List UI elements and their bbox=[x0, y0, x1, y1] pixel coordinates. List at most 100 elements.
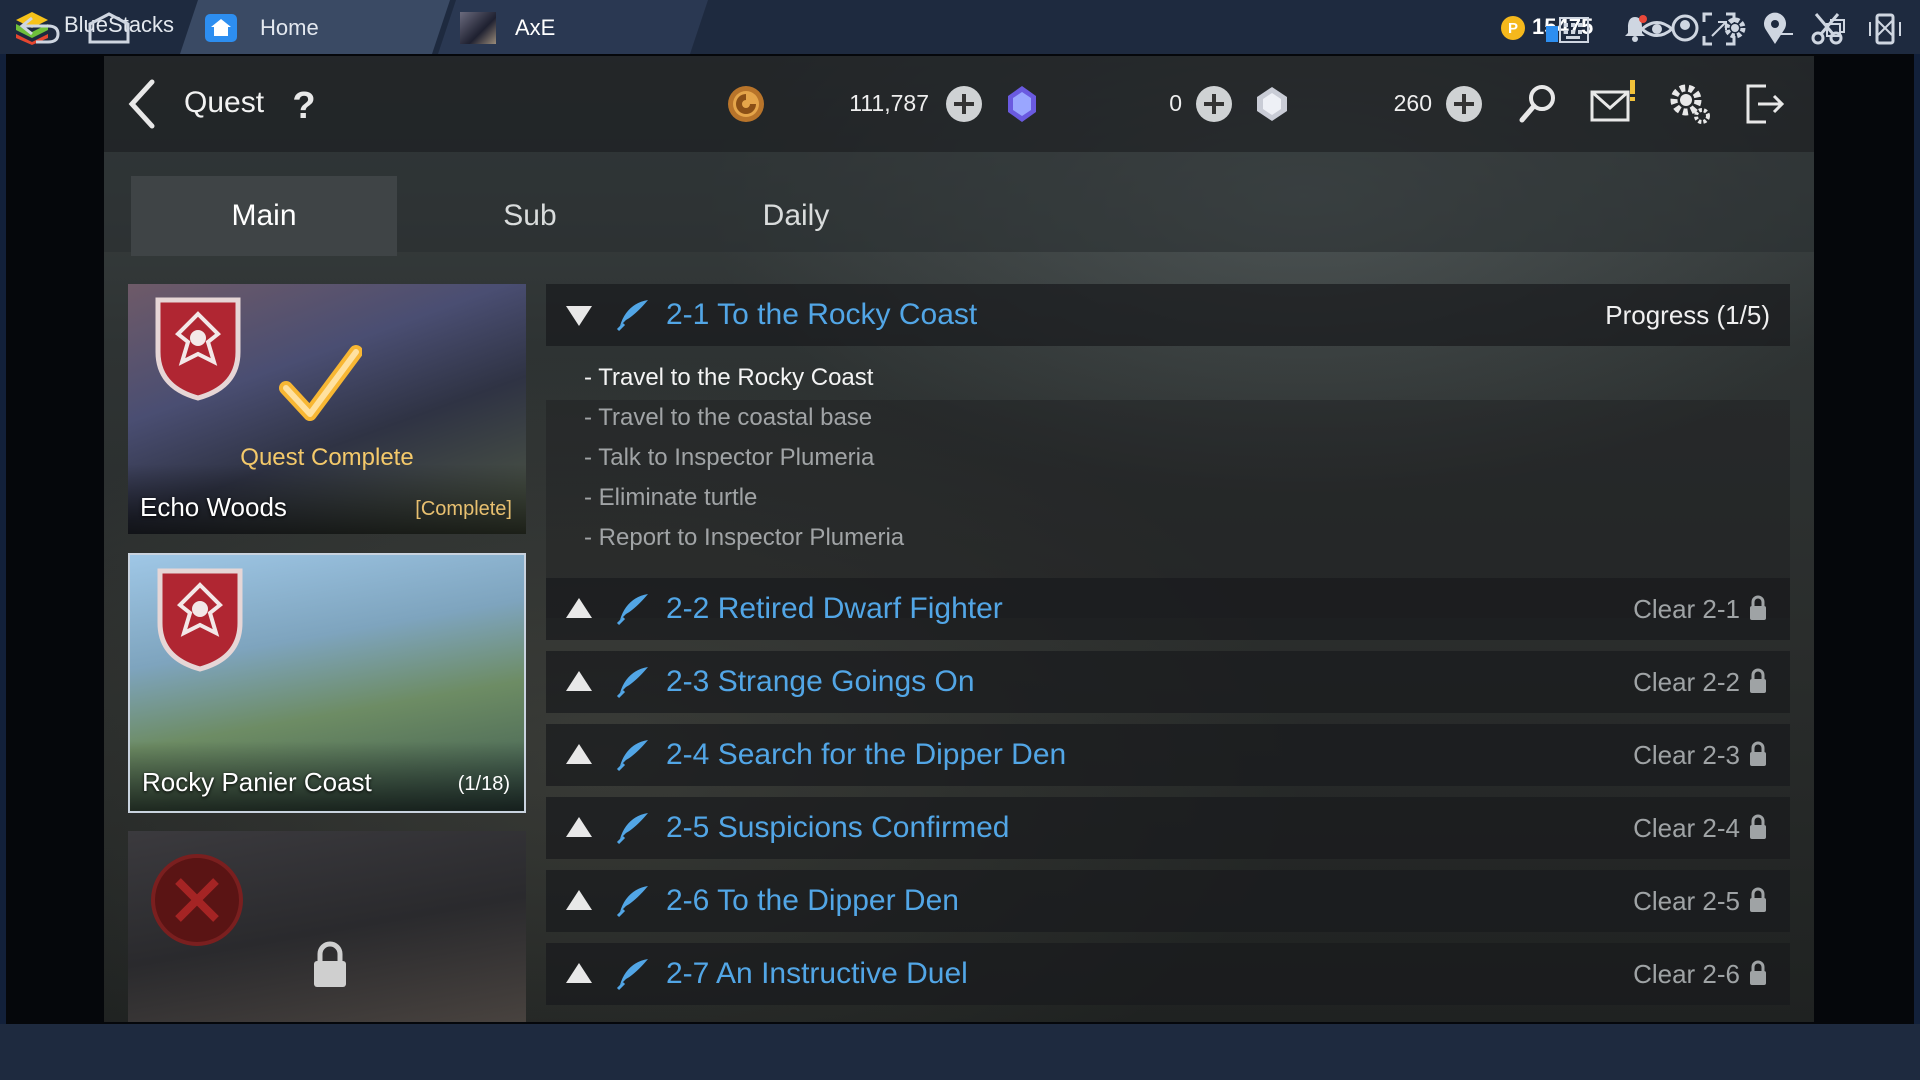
location-pin-icon[interactable] bbox=[1758, 12, 1792, 46]
quill-icon bbox=[616, 300, 648, 332]
search-icon[interactable] bbox=[1514, 80, 1562, 128]
tab-main[interactable]: Main bbox=[131, 176, 397, 256]
add-crystal-button[interactable] bbox=[1446, 86, 1482, 122]
settings-icon[interactable] bbox=[1666, 80, 1714, 128]
quest-title: 2-2 Retired Dwarf Fighter bbox=[666, 592, 1003, 625]
quest-row-2-6[interactable]: 2-6 To the Dipper Den Clear 2-5 bbox=[546, 870, 1790, 932]
region-card-rocky-panier-coast[interactable]: Rocky Panier Coast (1/18) bbox=[128, 553, 526, 813]
scissors-icon[interactable] bbox=[1810, 12, 1844, 46]
quest-step: - Travel to the coastal base bbox=[584, 404, 873, 431]
lock-icon bbox=[1750, 668, 1766, 693]
tab-sub[interactable]: Sub bbox=[397, 176, 663, 256]
quest-requirement: Clear 2-5 bbox=[1633, 886, 1768, 917]
add-gold-button[interactable] bbox=[946, 86, 982, 122]
quest-title: 2-7 An Instructive Duel bbox=[666, 957, 968, 990]
quest-step: - Talk to Inspector Plumeria bbox=[584, 444, 875, 471]
crystal-amount: 260 bbox=[1393, 90, 1432, 116]
collapse-triangle-icon[interactable] bbox=[564, 302, 594, 328]
quest-title: 2-6 To the Dipper Den bbox=[666, 884, 959, 917]
region-progress-badge: (1/18) bbox=[457, 773, 510, 795]
back-chevron-icon[interactable] bbox=[124, 76, 160, 132]
lock-icon bbox=[1750, 595, 1766, 620]
account-icon[interactable] bbox=[1670, 13, 1700, 43]
expand-triangle-icon[interactable] bbox=[564, 596, 594, 622]
quest-requirement-text: Clear 2-3 bbox=[1633, 740, 1740, 770]
region-card-locked bbox=[128, 831, 526, 1022]
gold-amount: 111,787 bbox=[849, 90, 929, 116]
gold-coin-icon bbox=[728, 86, 764, 122]
expand-triangle-icon[interactable] bbox=[564, 669, 594, 695]
expand-triangle-icon[interactable] bbox=[564, 815, 594, 841]
quest-title: 2-3 Strange Goings On bbox=[666, 665, 975, 698]
quest-requirement-text: Clear 2-5 bbox=[1633, 886, 1740, 916]
quill-icon bbox=[616, 886, 648, 918]
quill-icon bbox=[616, 667, 648, 699]
emulator-bottom-bar bbox=[0, 1024, 1920, 1080]
tab-daily[interactable]: Daily bbox=[663, 176, 929, 256]
mail-icon[interactable] bbox=[1588, 80, 1636, 128]
rotate-device-icon[interactable] bbox=[1868, 12, 1902, 46]
quest-row-2-2[interactable]: 2-2 Retired Dwarf Fighter Clear 2-1 bbox=[546, 578, 1790, 640]
fullscreen-icon[interactable] bbox=[1702, 12, 1736, 46]
tab-home-label[interactable]: Home bbox=[260, 15, 319, 41]
quest-requirement: Clear 2-6 bbox=[1633, 959, 1768, 990]
quest-progress: Progress (1/5) bbox=[1605, 300, 1770, 330]
quest-row-2-7[interactable]: 2-7 An Instructive Duel Clear 2-6 bbox=[546, 943, 1790, 1005]
locked-crest-icon bbox=[151, 854, 243, 946]
quill-icon bbox=[616, 740, 648, 772]
blue-gem-icon bbox=[1008, 86, 1036, 122]
checkmark-icon bbox=[279, 345, 362, 421]
back-arrow-icon[interactable] bbox=[18, 12, 62, 46]
add-gem-button[interactable] bbox=[1196, 86, 1232, 122]
page-title: Quest bbox=[184, 86, 265, 119]
lock-icon bbox=[314, 941, 346, 987]
lock-icon bbox=[1750, 960, 1766, 985]
quest-title: 2-1 To the Rocky Coast bbox=[666, 298, 978, 331]
quest-requirement: Clear 2-2 bbox=[1633, 667, 1768, 698]
quest-step: - Travel to the Rocky Coast bbox=[584, 364, 874, 391]
expand-triangle-icon[interactable] bbox=[564, 961, 594, 987]
quill-icon bbox=[616, 813, 648, 845]
quill-icon bbox=[616, 594, 648, 626]
quest-requirement-text: Clear 2-6 bbox=[1633, 959, 1740, 989]
eye-icon[interactable] bbox=[1640, 12, 1674, 46]
quest-requirement: Clear 2-1 bbox=[1633, 594, 1768, 625]
lock-icon bbox=[1750, 887, 1766, 912]
expand-triangle-icon[interactable] bbox=[564, 888, 594, 914]
region-card-echo-woods[interactable]: Quest Complete Echo Woods [Complete] bbox=[128, 284, 526, 534]
region-name: Rocky Panier Coast bbox=[142, 767, 372, 797]
home-outline-icon[interactable] bbox=[86, 12, 132, 46]
question-mark-icon[interactable]: ? bbox=[282, 82, 326, 126]
game-screen: Quest ? 111,787 0 260 Main Sub Daily Que… bbox=[104, 56, 1814, 1022]
svg-text:?: ? bbox=[292, 85, 315, 126]
home-icon[interactable] bbox=[205, 14, 237, 42]
region-status-badge: [Complete] bbox=[415, 498, 512, 520]
quest-requirement-text: Clear 2-2 bbox=[1633, 667, 1740, 697]
quest-requirement-text: Clear 2-4 bbox=[1633, 813, 1740, 843]
quest-title: 2-5 Suspicions Confirmed bbox=[666, 811, 1010, 844]
quest-requirement: Clear 2-3 bbox=[1633, 740, 1768, 771]
quest-row-2-5[interactable]: 2-5 Suspicions Confirmed Clear 2-4 bbox=[546, 797, 1790, 859]
lock-icon bbox=[1750, 741, 1766, 766]
tab-axe-label[interactable]: AxE bbox=[515, 15, 555, 41]
quest-title: 2-4 Search for the Dipper Den bbox=[666, 738, 1067, 771]
guild-crest-icon bbox=[157, 568, 243, 672]
region-name: Echo Woods bbox=[140, 492, 287, 522]
exit-icon[interactable] bbox=[1740, 80, 1788, 128]
expand-triangle-icon[interactable] bbox=[564, 742, 594, 768]
quest-step: - Eliminate turtle bbox=[584, 484, 758, 511]
game-thumbnail-icon[interactable] bbox=[460, 12, 496, 44]
guild-crest-icon bbox=[155, 297, 241, 401]
quest-row-2-1[interactable]: 2-1 To the Rocky Coast Progress (1/5) bbox=[546, 284, 1790, 346]
quest-step: - Report to Inspector Plumeria bbox=[584, 524, 905, 551]
quest-row-2-4[interactable]: 2-4 Search for the Dipper Den Clear 2-3 bbox=[546, 724, 1790, 786]
white-crystal-icon bbox=[1257, 87, 1287, 121]
quest-row-2-3[interactable]: 2-3 Strange Goings On Clear 2-2 bbox=[546, 651, 1790, 713]
keyboard-icon[interactable] bbox=[1544, 12, 1590, 46]
quill-icon bbox=[616, 959, 648, 991]
gem-amount: 0 bbox=[1169, 90, 1182, 116]
coin-icon: P bbox=[1501, 16, 1525, 40]
frame-edge-left bbox=[0, 54, 6, 1024]
quest-requirement-text: Clear 2-1 bbox=[1633, 594, 1740, 624]
frame-edge-right bbox=[1914, 54, 1920, 1024]
